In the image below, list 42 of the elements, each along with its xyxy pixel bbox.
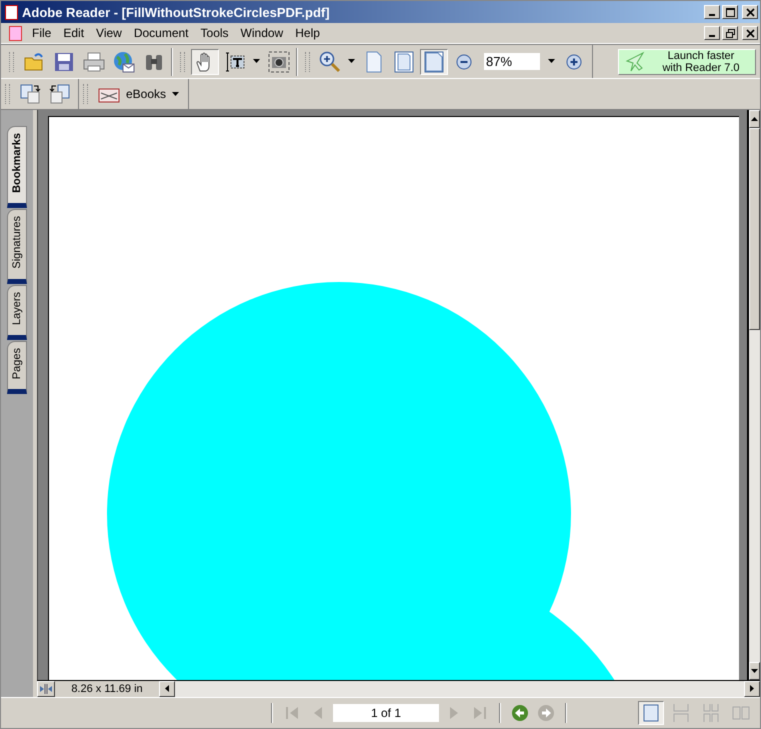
maximize-button[interactable] [722, 5, 738, 19]
close-icon [746, 8, 754, 16]
single-page-icon[interactable] [638, 701, 664, 725]
close-button[interactable] [742, 26, 758, 40]
scroll-right-icon[interactable] [750, 685, 754, 693]
minimize-icon [709, 35, 715, 37]
minimize-button[interactable] [704, 26, 720, 40]
zoom-field[interactable]: 87% [484, 53, 540, 70]
page-number-field[interactable]: 1 of 1 [333, 704, 439, 722]
menu-item[interactable]: Tools [194, 26, 235, 40]
side-tab[interactable]: Signatures [7, 208, 27, 284]
side-tab[interactable]: Layers [7, 284, 27, 340]
menu-item[interactable]: Window [234, 26, 290, 40]
side-tab[interactable]: Bookmarks [7, 126, 27, 208]
launch-faster-button[interactable]: Launch faster with Reader 7.0 [618, 48, 756, 74]
menu-item[interactable]: Edit [57, 26, 90, 40]
scroll-left-icon[interactable] [164, 685, 170, 693]
scroll-up-icon[interactable] [750, 116, 758, 122]
window-title: Adobe Reader - [FillWithoutStrokeCirclesPDF.pdf] [22, 4, 331, 20]
back-arrow-icon[interactable] [509, 702, 531, 724]
restore-icon [726, 28, 734, 38]
page-size-label: 8.26 x 11.69 in [70, 682, 144, 697]
scroll-down-icon[interactable] [750, 668, 758, 674]
arrow-cursor-icon [623, 50, 645, 72]
hand-icon[interactable] [191, 48, 219, 74]
close-button[interactable] [742, 5, 758, 19]
menu-item[interactable]: Help [289, 26, 326, 40]
vertical-scrollbar[interactable] [747, 110, 760, 680]
horizontal-scrollbar[interactable] [159, 681, 760, 697]
minimize-button[interactable] [704, 5, 720, 19]
restore-button[interactable] [722, 26, 738, 40]
menu-item[interactable]: File [26, 26, 58, 40]
maximize-icon [726, 8, 734, 16]
menu-item[interactable]: View [90, 26, 128, 40]
page-icon[interactable] [420, 48, 448, 74]
side-tab[interactable]: Pages [7, 340, 27, 394]
caret-icon [172, 92, 180, 96]
menu-item[interactable]: Document [128, 26, 195, 40]
split-handle-icon[interactable] [37, 681, 55, 697]
ebooks-button[interactable]: eBooks [94, 85, 184, 103]
close-icon [746, 28, 754, 38]
minimize-icon [709, 14, 715, 16]
